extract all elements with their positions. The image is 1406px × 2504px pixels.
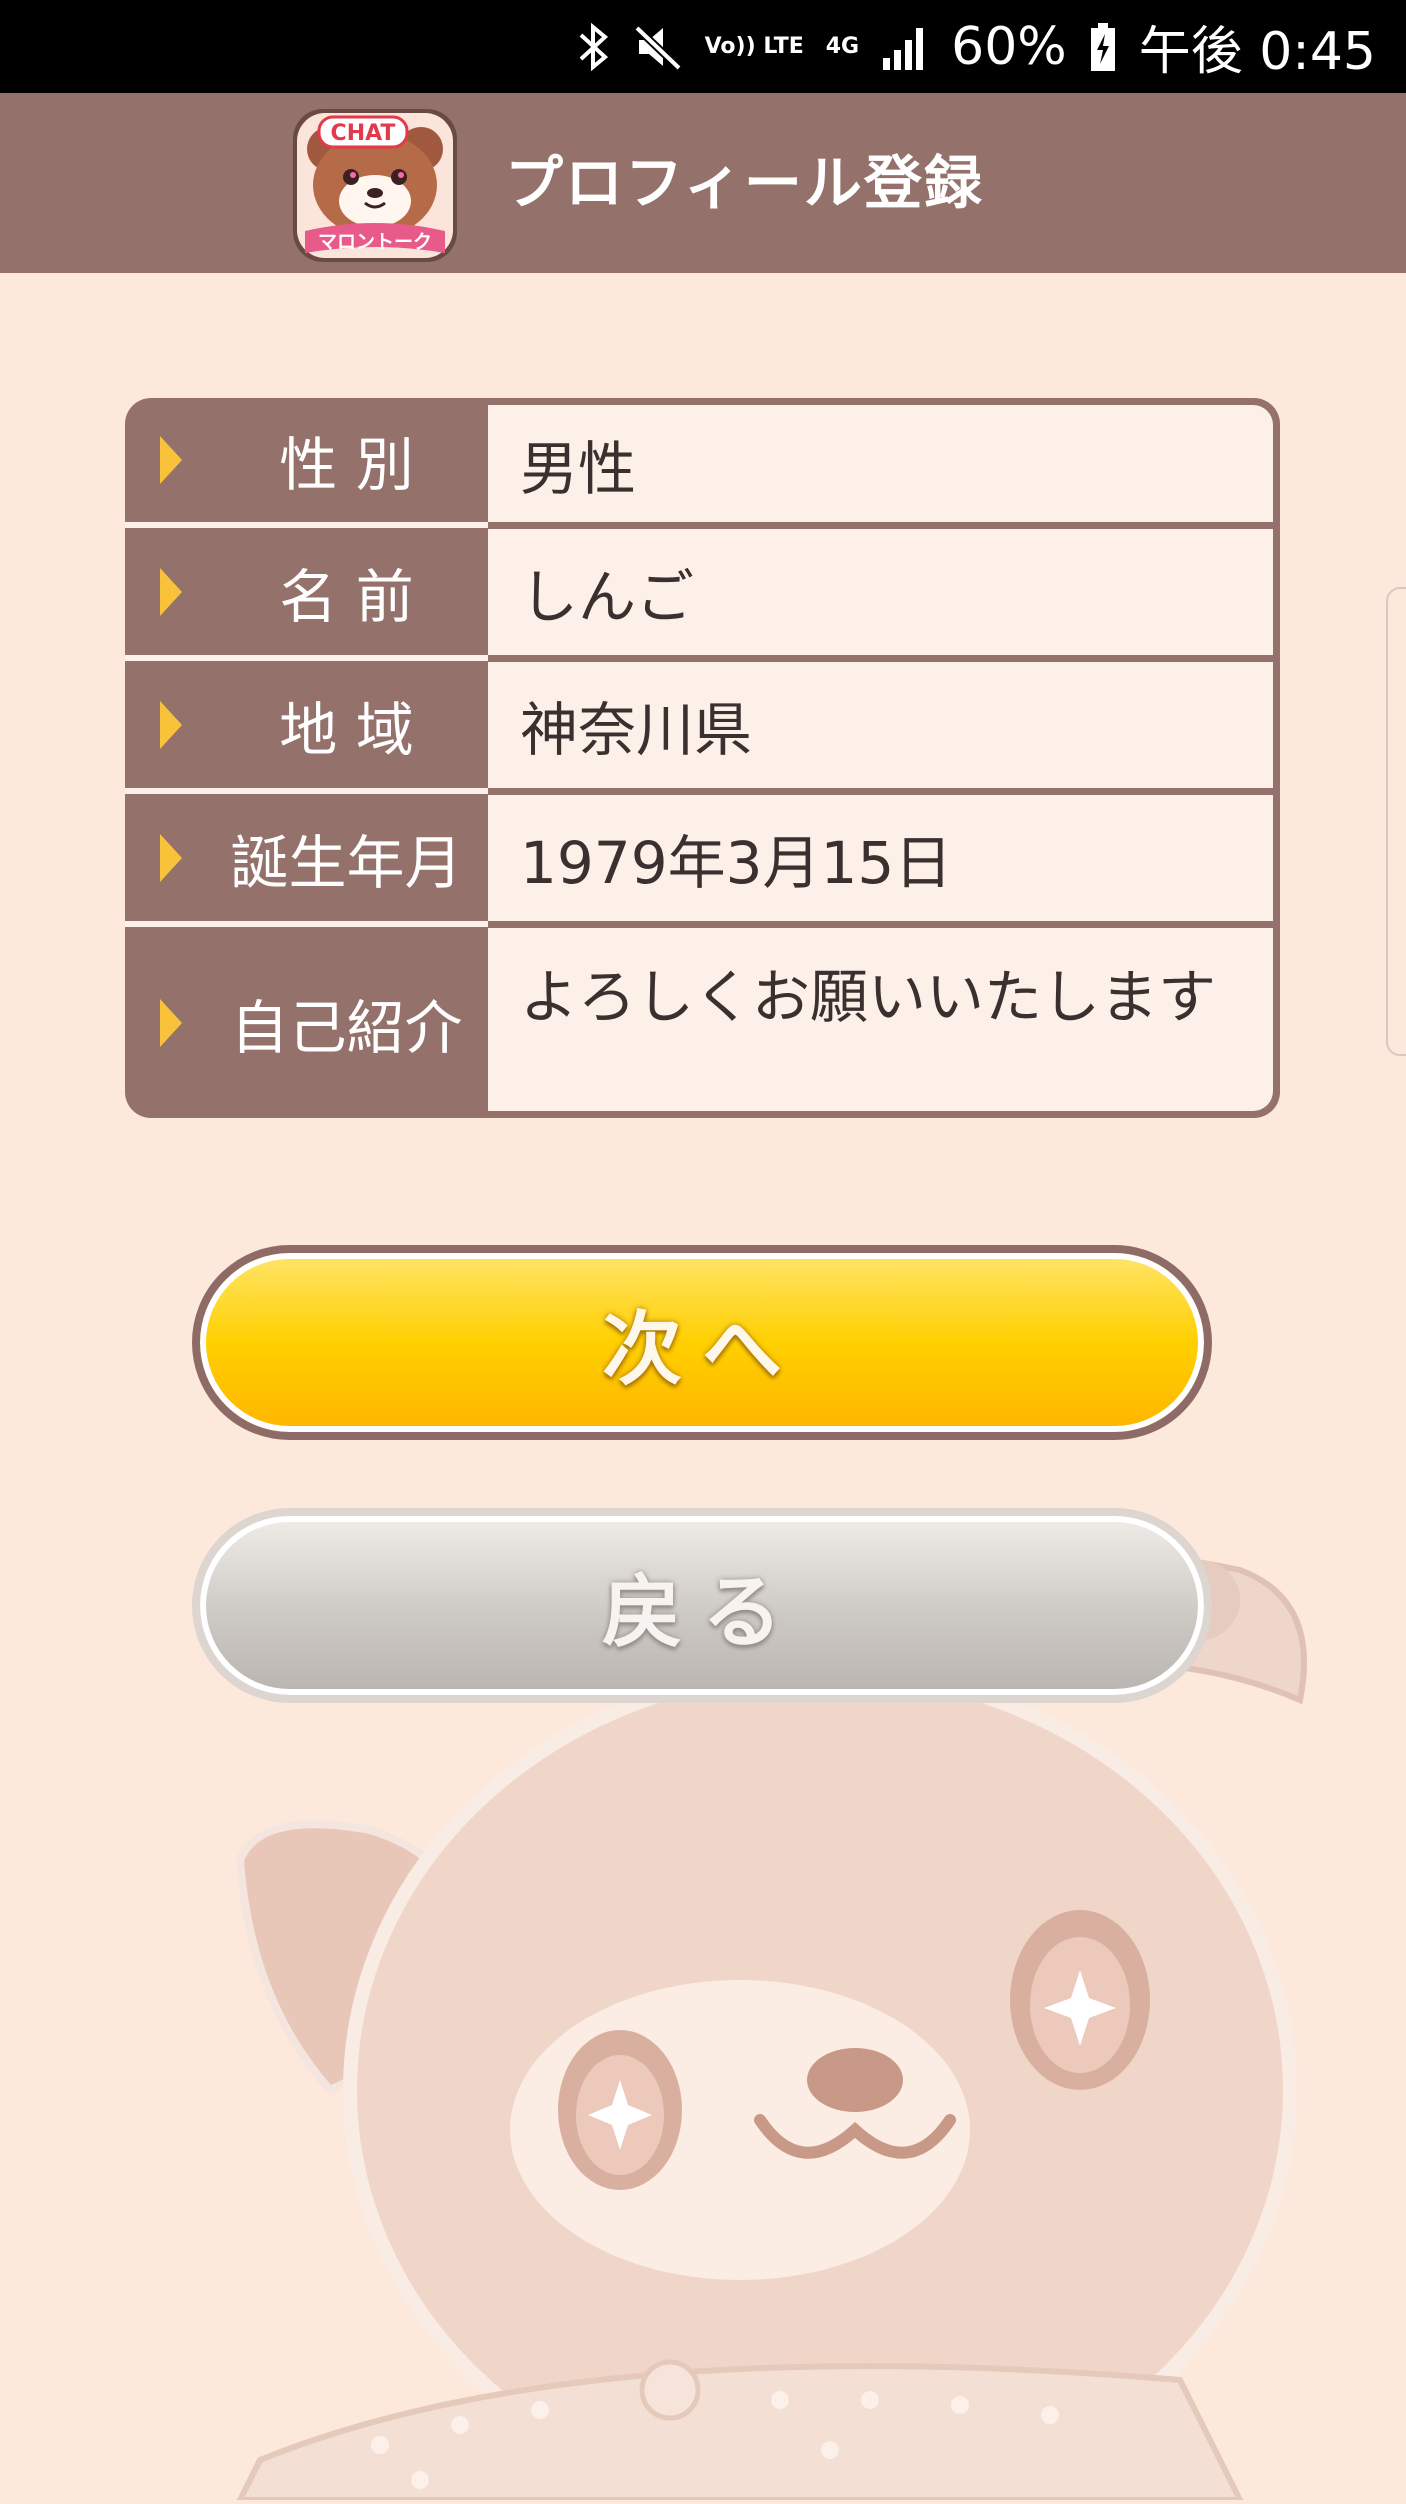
svg-text:CHAT: CHAT xyxy=(331,121,396,146)
volte-icon: Vo)) LTE xyxy=(704,33,804,59)
battery-charging-icon xyxy=(1089,22,1117,72)
back-button[interactable]: 戻る xyxy=(192,1508,1212,1703)
app-bar: CHAT マロントーク プロフィール登録 xyxy=(0,93,1406,273)
battery-percent: 60% xyxy=(951,16,1067,77)
network-type: 4G xyxy=(825,33,860,59)
clock: 午後 0:45 xyxy=(1138,22,1376,82)
arrow-icon xyxy=(160,436,182,484)
self-intro-value[interactable]: よろしくお願いいたします xyxy=(488,928,1273,1111)
form-row-gender[interactable]: 性 別 男性 xyxy=(125,398,1280,522)
profile-form: 性 別 男性 名 前 しんご 地 域 神奈川県 誕生年月 1979年3月15日 … xyxy=(125,398,1280,1118)
arrow-icon xyxy=(160,833,182,882)
signal-icon xyxy=(881,24,929,70)
gender-value[interactable]: 男性 xyxy=(488,405,1273,522)
svg-text:マロントーク: マロントーク xyxy=(318,231,432,253)
name-value[interactable]: しんご xyxy=(488,529,1273,655)
arrow-icon xyxy=(160,567,182,616)
edge-panel-handle[interactable] xyxy=(1386,587,1406,1056)
gender-label: 性 別 xyxy=(125,398,488,522)
form-row-self-intro[interactable]: 自己紹介 よろしくお願いいたします xyxy=(125,921,1280,1118)
region-value[interactable]: 神奈川県 xyxy=(488,662,1273,788)
form-row-birthdate[interactable]: 誕生年月 1979年3月15日 xyxy=(125,788,1280,921)
mute-icon xyxy=(633,22,683,72)
arrow-icon xyxy=(160,700,182,749)
birthdate-value[interactable]: 1979年3月15日 xyxy=(488,795,1273,921)
status-bar: Vo)) LTE 4G 60% 午後 0:45 xyxy=(0,0,1406,93)
form-row-region[interactable]: 地 域 神奈川県 xyxy=(125,655,1280,788)
region-label: 地 域 xyxy=(125,661,488,788)
self-intro-label: 自己紹介 xyxy=(125,927,488,1118)
birthdate-label: 誕生年月 xyxy=(125,794,488,921)
bluetooth-icon xyxy=(577,21,611,73)
next-button[interactable]: 次へ xyxy=(192,1245,1212,1440)
page-title: プロフィール登録 xyxy=(505,149,984,217)
arrow-icon xyxy=(160,998,182,1047)
app-logo: CHAT マロントーク xyxy=(285,103,465,268)
form-row-name[interactable]: 名 前 しんご xyxy=(125,522,1280,655)
status-icons: Vo)) LTE 4G 60% 午後 0:45 xyxy=(577,0,1376,93)
name-label: 名 前 xyxy=(125,528,488,655)
